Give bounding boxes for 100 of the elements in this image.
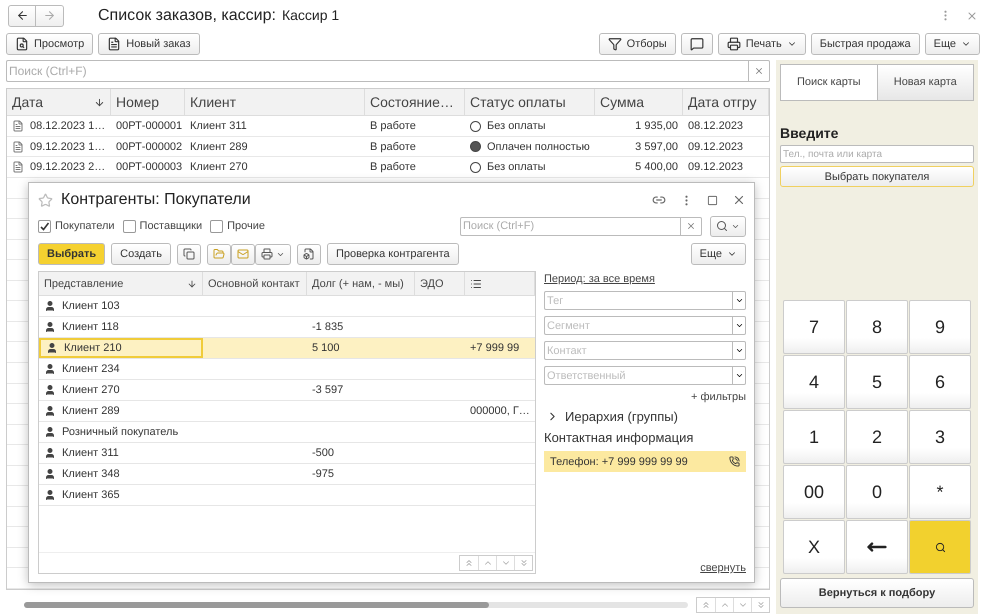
select-field[interactable]: Контакт [544, 341, 732, 360]
mail-button[interactable] [230, 244, 255, 264]
person-icon [44, 384, 56, 396]
column-header[interactable]: Долг (+ нам, - мы) [312, 278, 404, 290]
pager[interactable] [459, 555, 533, 571]
table-row[interactable]: Клиент 289 000000, Г… [39, 401, 535, 422]
report-button[interactable] [296, 244, 321, 264]
dropdown-button[interactable] [732, 341, 746, 360]
select-button[interactable]: Выбрать [38, 243, 106, 265]
column-header[interactable]: Основной контакт [208, 278, 300, 290]
table-row[interactable]: Клиент 234 [39, 359, 535, 380]
search-field[interactable]: Поиск (Ctrl+F) [460, 216, 680, 236]
select-field[interactable]: Сегмент [544, 316, 732, 335]
choose-customer-button[interactable]: Выбрать покупателя [780, 166, 974, 187]
more-button[interactable]: Еще [690, 243, 746, 265]
column-header[interactable]: Дата [12, 94, 44, 110]
keypad-key[interactable]: 0 [846, 465, 908, 519]
search-field[interactable]: Поиск (Ctrl+F) [6, 60, 748, 82]
maximize-icon[interactable] [707, 194, 718, 206]
phone-row[interactable]: Телефон: +7 999 999 99 99 [544, 451, 746, 472]
table-row[interactable]: Розничный покупатель [39, 422, 535, 443]
table-cell: -500 [312, 447, 334, 459]
table-row[interactable]: Клиент 365 [39, 485, 535, 506]
keypad-key[interactable]: 9 [909, 300, 971, 354]
table-row[interactable]: Клиент 103 [39, 296, 535, 317]
keypad-key[interactable]: 5 [846, 355, 908, 409]
keypad-key[interactable]: 7 [783, 300, 845, 354]
toolbar-button[interactable]: Новый заказ [98, 32, 200, 54]
table-cell: +7 999 99 [470, 342, 520, 354]
return-button[interactable]: Вернуться к подбору [780, 578, 974, 608]
close-icon [754, 66, 764, 76]
table-row[interactable]: Клиент 270 -3 597 [39, 380, 535, 401]
keypad-key[interactable]: 3 [909, 410, 971, 464]
keypad-key[interactable]: 00 [783, 465, 845, 519]
menu-button[interactable]: Еще [924, 32, 980, 54]
column-header[interactable]: Клиент [190, 94, 236, 110]
print-button[interactable] [254, 244, 291, 264]
column-header[interactable]: Статус оплаты [470, 94, 566, 110]
keypad-key[interactable]: X [783, 520, 845, 574]
cashier-name: Кассир 1 [282, 6, 340, 22]
comment-button[interactable] [680, 32, 713, 54]
document-icon [107, 36, 122, 50]
dropdown-button[interactable] [732, 291, 746, 310]
table-row[interactable]: Клиент 210 5 100 +7 999 99 [39, 338, 535, 359]
column-header[interactable]: Состояние… [370, 94, 454, 110]
close-icon[interactable] [732, 193, 746, 207]
table-cell: 08.12.2023 1… [30, 120, 106, 132]
phone-icon[interactable] [729, 456, 740, 467]
check-button[interactable]: Проверка контрагента [326, 243, 459, 265]
select-field[interactable]: Тег [544, 291, 732, 310]
clear-button[interactable] [748, 60, 770, 82]
checkbox[interactable] [38, 220, 51, 232]
more-filters-link[interactable]: + фильтры [690, 391, 746, 403]
dropdown-button[interactable] [732, 316, 746, 335]
menu-button[interactable]: Печать [718, 32, 806, 54]
close-icon[interactable] [966, 10, 978, 22]
scrollbar[interactable] [24, 602, 688, 608]
toolbar-button[interactable]: Быстрая продажа [810, 32, 920, 54]
search-button[interactable] [710, 216, 746, 236]
checkbox-label: Покупатели [55, 220, 115, 232]
keypad-key[interactable]: * [909, 465, 971, 519]
table-row[interactable]: Клиент 348 -975 [39, 464, 535, 485]
select-field[interactable]: Ответственный [544, 366, 732, 385]
caret-icon [734, 371, 744, 380]
back-button[interactable] [8, 4, 36, 26]
table-cell: Клиент 289 [62, 405, 120, 417]
period-link[interactable]: Период: за все время [544, 273, 655, 285]
column-header[interactable]: Номер [116, 94, 160, 110]
column-header[interactable]: Дата отгру [688, 94, 757, 110]
column-header[interactable]: ЭДО [420, 278, 444, 290]
input-field[interactable]: Тел., почта или карта [780, 145, 974, 163]
tab[interactable]: Поиск карты [780, 64, 878, 101]
table-cell: Клиент 118 [62, 321, 119, 333]
checkbox[interactable] [210, 220, 224, 232]
double-down-icon [756, 600, 766, 610]
create-button[interactable]: Создать [111, 243, 171, 265]
table-cell: 1 935,00 [635, 120, 678, 132]
column-header[interactable]: Представление [44, 278, 124, 290]
dropdown-button[interactable] [732, 366, 746, 385]
keypad-key[interactable]: 8 [846, 300, 908, 354]
keypad-key[interactable]: 2 [846, 410, 908, 464]
keypad-key[interactable]: 1 [783, 410, 845, 464]
hierarchy-toggle[interactable]: Иерархия (группы) [544, 409, 680, 424]
backspace-key[interactable] [846, 520, 908, 574]
keypad-key[interactable]: 6 [909, 355, 971, 409]
clear-button[interactable] [680, 216, 702, 236]
toolbar-button[interactable]: Просмотр [6, 32, 94, 54]
table-row[interactable]: Клиент 311 -500 [39, 443, 535, 464]
column-header[interactable]: Сумма [600, 94, 644, 110]
pager[interactable] [696, 597, 770, 613]
table-cell: 00РТ-000003 [116, 161, 182, 174]
keypad-key[interactable]: 4 [783, 355, 845, 409]
checkbox[interactable] [122, 220, 136, 232]
copy-button[interactable] [176, 244, 201, 264]
collapse-link[interactable]: свернуть [700, 562, 746, 574]
window-title: Список заказов, кассир: [98, 6, 276, 24]
folder-button[interactable] [206, 244, 231, 264]
toolbar-button[interactable]: Отборы [598, 32, 676, 54]
favorite-icon[interactable] [38, 192, 53, 208]
tab[interactable]: Новая карта [878, 64, 974, 101]
